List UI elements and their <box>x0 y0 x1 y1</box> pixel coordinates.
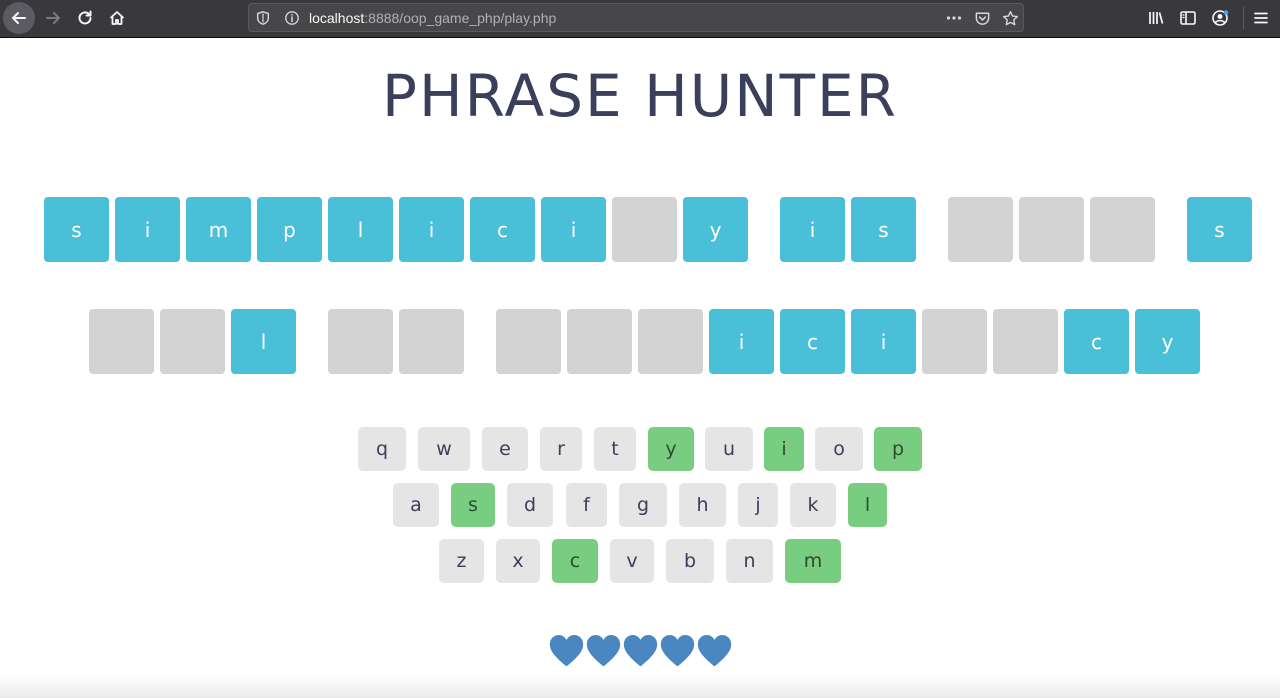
key-p[interactable]: p <box>874 427 922 471</box>
heart-icon <box>660 634 695 667</box>
letter-tile-hidden <box>160 309 225 374</box>
key-n[interactable]: n <box>726 539 773 583</box>
letter-tile-revealed: c <box>470 197 535 262</box>
key-l[interactable]: l <box>848 483 887 527</box>
letter-tile-revealed: l <box>231 309 296 374</box>
letter-tile-revealed: c <box>1064 309 1129 374</box>
key-t[interactable]: t <box>594 427 636 471</box>
letter-tile-revealed: c <box>780 309 845 374</box>
page-actions-icon[interactable] <box>944 9 964 27</box>
toolbar-separator <box>1243 7 1244 29</box>
url-text[interactable]: localhost:8888/oop_game_php/play.php <box>309 10 556 26</box>
key-q[interactable]: q <box>358 427 406 471</box>
reload-icon <box>78 10 92 25</box>
letter-tile-hidden <box>567 309 632 374</box>
letter-tile-revealed: s <box>44 197 109 262</box>
letter-tile-revealed: m <box>186 197 251 262</box>
arrow-left-icon <box>12 12 26 24</box>
library-icon <box>1149 12 1164 24</box>
letter-tile-revealed: i <box>851 309 916 374</box>
reload-button[interactable] <box>70 4 100 32</box>
key-x[interactable]: x <box>496 539 540 583</box>
key-f[interactable]: f <box>566 483 607 527</box>
letter-tile-revealed: s <box>1187 197 1252 262</box>
letter-tile-revealed: i <box>541 197 606 262</box>
sidebar-icon <box>1180 11 1196 25</box>
letter-tile-hidden <box>1090 197 1155 262</box>
word-space <box>302 309 322 374</box>
key-u[interactable]: u <box>705 427 753 471</box>
letter-tile-revealed: i <box>115 197 180 262</box>
home-icon <box>109 11 125 25</box>
key-a[interactable]: a <box>393 483 439 527</box>
info-icon[interactable] <box>283 9 301 27</box>
heart-icon <box>623 634 658 667</box>
word-space <box>470 309 490 374</box>
letter-tile-hidden <box>948 197 1013 262</box>
letter-tile-revealed: l <box>328 197 393 262</box>
key-y[interactable]: y <box>648 427 694 471</box>
account-icon <box>1212 10 1229 26</box>
back-button[interactable] <box>3 2 35 34</box>
shield-icon[interactable] <box>254 9 272 27</box>
key-j[interactable]: j <box>738 483 778 527</box>
letter-tile-hidden <box>922 309 987 374</box>
account-button[interactable] <box>1205 4 1235 32</box>
letter-tile-revealed: i <box>709 309 774 374</box>
letter-tile-revealed: i <box>780 197 845 262</box>
key-z[interactable]: z <box>439 539 484 583</box>
forward-button[interactable] <box>38 4 68 32</box>
home-button[interactable] <box>102 4 132 32</box>
sidebar-button[interactable] <box>1173 4 1203 32</box>
browser-toolbar: localhost:8888/oop_game_php/play.php <box>0 0 1280 38</box>
pocket-icon[interactable] <box>972 9 992 27</box>
letter-tile-revealed: p <box>257 197 322 262</box>
letter-tile-hidden <box>399 309 464 374</box>
key-g[interactable]: g <box>619 483 667 527</box>
letter-tile-revealed: s <box>851 197 916 262</box>
word-space <box>754 197 774 262</box>
lives-indicator <box>548 632 733 670</box>
key-i[interactable]: i <box>764 427 804 471</box>
star-icon[interactable] <box>1000 9 1020 27</box>
url-path: :8888/oop_game_php/play.php <box>364 10 557 26</box>
url-bar[interactable]: localhost:8888/oop_game_php/play.php <box>248 3 1024 32</box>
word-space <box>1161 197 1181 262</box>
letter-tile-hidden <box>1019 197 1084 262</box>
letter-tile-hidden <box>638 309 703 374</box>
key-c[interactable]: c <box>552 539 598 583</box>
letter-tile-hidden <box>993 309 1058 374</box>
phrase-row-1: simpliciyiss <box>44 197 1258 262</box>
heart-icon <box>549 634 584 667</box>
letter-tile-revealed: y <box>683 197 748 262</box>
page-title: PHRASE HUNTER <box>382 62 898 130</box>
heart-icon <box>586 634 621 667</box>
key-o[interactable]: o <box>815 427 863 471</box>
page-bottom-shadow <box>0 674 1280 698</box>
letter-tile-hidden <box>89 309 154 374</box>
key-w[interactable]: w <box>418 427 470 471</box>
letter-tile-hidden <box>612 197 677 262</box>
key-k[interactable]: k <box>790 483 836 527</box>
key-d[interactable]: d <box>507 483 553 527</box>
key-e[interactable]: e <box>482 427 528 471</box>
letter-tile-revealed: i <box>399 197 464 262</box>
letter-tile-hidden <box>496 309 561 374</box>
key-h[interactable]: h <box>679 483 726 527</box>
heart-icon <box>697 634 732 667</box>
letter-tile-hidden <box>328 309 393 374</box>
url-host: localhost <box>309 10 365 26</box>
key-s[interactable]: s <box>451 483 495 527</box>
menu-button[interactable] <box>1246 4 1276 32</box>
phrase-row-2: licicy <box>89 309 1206 374</box>
key-v[interactable]: v <box>610 539 654 583</box>
key-b[interactable]: b <box>666 539 714 583</box>
word-space <box>922 197 942 262</box>
arrow-right-icon <box>46 12 60 24</box>
key-r[interactable]: r <box>540 427 582 471</box>
library-button[interactable] <box>1141 4 1171 32</box>
key-m[interactable]: m <box>785 539 841 583</box>
letter-tile-revealed: y <box>1135 309 1200 374</box>
hamburger-menu-icon <box>1254 12 1268 24</box>
